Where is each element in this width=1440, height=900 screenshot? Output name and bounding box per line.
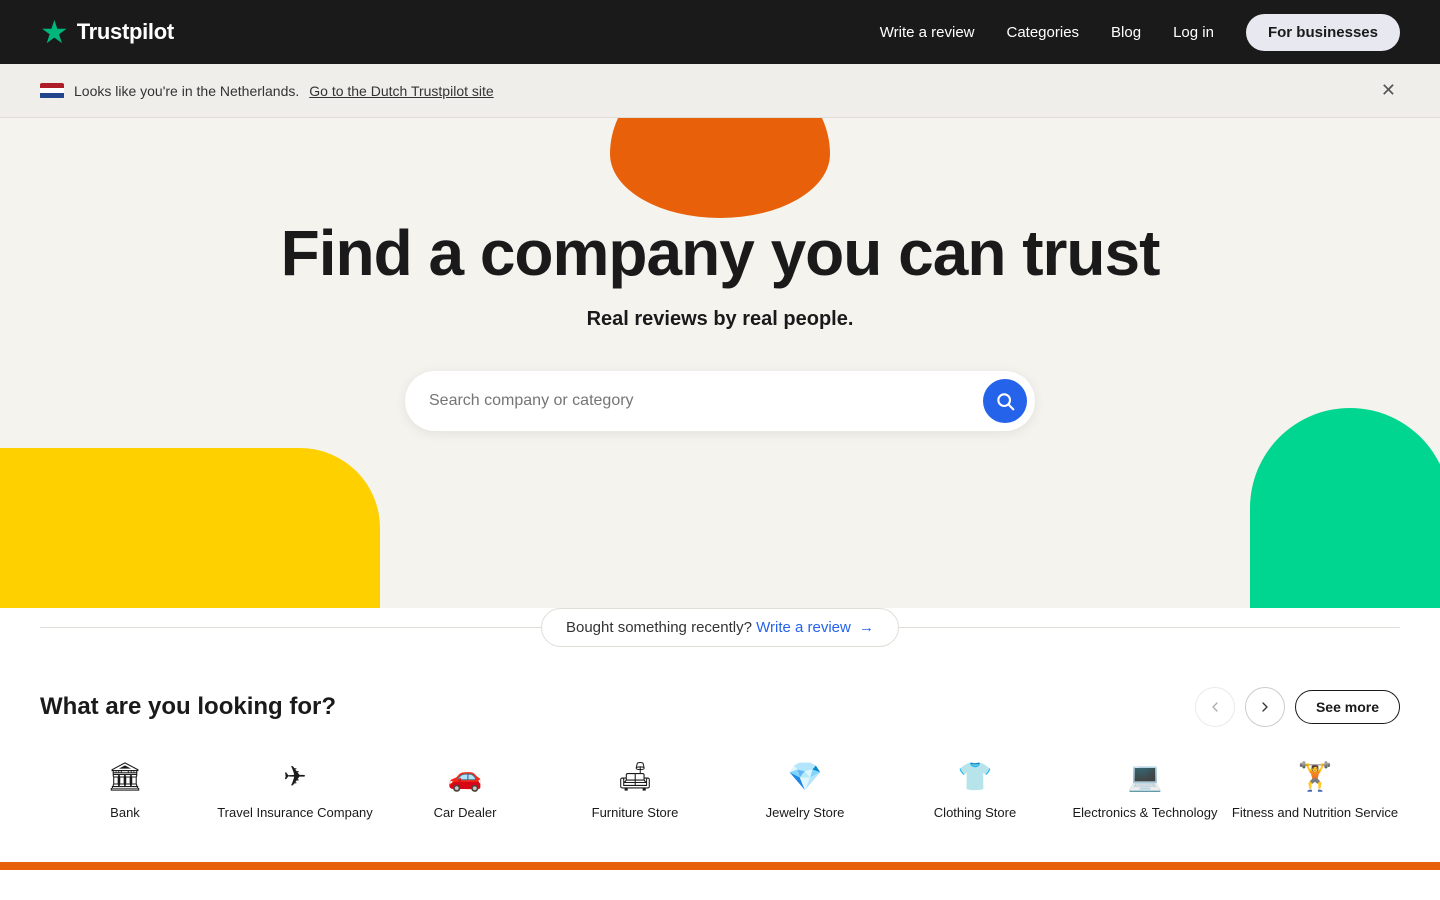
category-item-bank[interactable]: 🏛 Bank xyxy=(40,759,210,822)
chevron-left-icon xyxy=(1207,699,1223,715)
fitness-label: Fitness and Nutrition Service xyxy=(1232,805,1398,822)
categories-controls: See more xyxy=(1195,687,1400,727)
search-input[interactable] xyxy=(429,392,983,410)
category-item-fitness[interactable]: 🏋 Fitness and Nutrition Service xyxy=(1230,759,1400,822)
hero-section: Find a company you can trust Real review… xyxy=(0,118,1440,608)
navbar-links: Write a review Categories Blog Log in Fo… xyxy=(880,14,1400,51)
logo[interactable]: ★ Trustpilot xyxy=(40,16,174,48)
trustpilot-star-icon: ★ xyxy=(40,16,69,48)
fitness-icon: 🏋 xyxy=(1298,759,1333,795)
banner-message: Looks like you're in the Netherlands. Go… xyxy=(40,83,494,99)
divider-line-right xyxy=(899,627,1400,628)
clothing-store-label: Clothing Store xyxy=(934,805,1016,822)
login-link[interactable]: Log in xyxy=(1173,24,1214,41)
dutch-site-link[interactable]: Go to the Dutch Trustpilot site xyxy=(309,83,493,99)
blog-link[interactable]: Blog xyxy=(1111,24,1141,41)
write-review-cta-link[interactable]: Write a review → xyxy=(756,619,874,636)
location-banner: Looks like you're in the Netherlands. Go… xyxy=(0,64,1440,118)
cta-text: Bought something recently? xyxy=(566,619,752,636)
categories-link[interactable]: Categories xyxy=(1007,24,1080,41)
hero-subtitle: Real reviews by real people. xyxy=(20,308,1420,331)
arrow-icon: → xyxy=(859,619,874,636)
bottom-orange-bar xyxy=(0,862,1440,870)
next-category-button[interactable] xyxy=(1245,687,1285,727)
write-review-link[interactable]: Write a review xyxy=(880,24,975,41)
jewelry-store-label: Jewelry Store xyxy=(766,805,845,822)
car-dealer-icon: 🚗 xyxy=(448,759,483,795)
electronics-icon: 💻 xyxy=(1128,759,1163,795)
see-more-button[interactable]: See more xyxy=(1295,690,1400,724)
search-button[interactable] xyxy=(983,379,1027,423)
clothing-store-icon: 👕 xyxy=(958,759,993,795)
cta-pill: Bought something recently? Write a revie… xyxy=(541,608,899,647)
close-banner-button[interactable]: ✕ xyxy=(1377,76,1400,105)
jewelry-store-icon: 💎 xyxy=(788,759,823,795)
travel-insurance-label: Travel Insurance Company xyxy=(217,805,373,822)
logo-text: Trustpilot xyxy=(77,19,174,45)
netherlands-flag-icon xyxy=(40,83,64,99)
category-item-car-dealer[interactable]: 🚗 Car Dealer xyxy=(380,759,550,822)
category-item-travel-insurance[interactable]: ✈ Travel Insurance Company xyxy=(210,759,380,822)
category-item-electronics[interactable]: 💻 Electronics & Technology xyxy=(1060,759,1230,822)
banner-text: Looks like you're in the Netherlands. xyxy=(74,83,299,99)
categories-title: What are you looking for? xyxy=(40,693,336,721)
car-dealer-label: Car Dealer xyxy=(434,805,497,822)
chevron-right-icon xyxy=(1257,699,1273,715)
furniture-store-icon: 🛋 xyxy=(617,759,653,795)
bank-label: Bank xyxy=(110,805,140,822)
prev-category-button[interactable] xyxy=(1195,687,1235,727)
category-item-clothing-store[interactable]: 👕 Clothing Store xyxy=(890,759,1060,822)
categories-header: What are you looking for? See more xyxy=(40,687,1400,727)
search-icon xyxy=(995,391,1015,411)
categories-section: What are you looking for? See more 🏛 Ban… xyxy=(0,647,1440,862)
search-bar xyxy=(405,371,1035,431)
categories-grid: 🏛 Bank ✈ Travel Insurance Company 🚗 Car … xyxy=(40,759,1400,822)
divider-line-left xyxy=(40,627,541,628)
furniture-store-label: Furniture Store xyxy=(592,805,679,822)
category-item-furniture-store[interactable]: 🛋 Furniture Store xyxy=(550,759,720,822)
bank-icon: 🏛 xyxy=(107,759,143,795)
electronics-label: Electronics & Technology xyxy=(1072,805,1217,822)
for-businesses-button[interactable]: For businesses xyxy=(1246,14,1400,51)
category-item-jewelry-store[interactable]: 💎 Jewelry Store xyxy=(720,759,890,822)
navbar: ★ Trustpilot Write a review Categories B… xyxy=(0,0,1440,64)
hero-title: Find a company you can trust xyxy=(20,218,1420,288)
hero-content: Find a company you can trust Real review… xyxy=(0,178,1440,511)
travel-insurance-icon: ✈ xyxy=(283,759,306,795)
cta-divider: Bought something recently? Write a revie… xyxy=(0,608,1440,647)
